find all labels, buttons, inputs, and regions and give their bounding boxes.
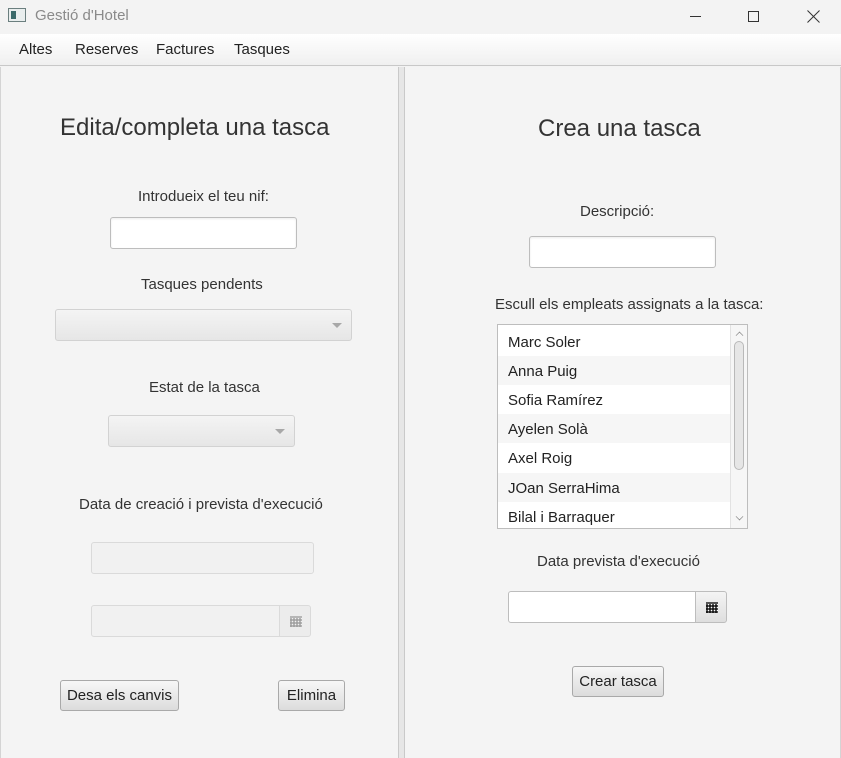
pending-tasks-combo[interactable] [55,309,352,341]
planned-date-label: Data prevista d'execució [537,553,700,570]
planned-date-picker[interactable] [508,591,727,623]
minimize-icon [689,15,701,17]
chevron-down-icon [332,323,342,328]
menu-tasques[interactable]: Tasques [234,41,290,58]
menu-factures[interactable]: Factures [156,41,214,58]
chevron-down-icon [275,429,285,434]
list-item[interactable]: Sofia Ramírez [498,385,732,414]
split-pane-divider[interactable] [398,67,405,758]
planned-date-field [91,605,280,637]
app-window-icon [8,8,26,22]
list-item[interactable]: Anna Puig [498,356,732,385]
pending-tasks-label: Tasques pendents [141,276,263,293]
create-task-heading: Crea una tasca [538,115,701,142]
nif-label: Introdueix el teu nif: [138,188,269,205]
planned-date-picker-disabled [91,605,314,637]
calendar-icon [706,602,718,613]
delete-button[interactable]: Elimina [278,680,345,711]
menu-reserves[interactable]: Reserves [75,41,138,58]
close-button[interactable] [785,0,841,32]
title-bar: Gestió d'Hotel [0,0,841,32]
scrollbar-thumb[interactable] [734,341,744,470]
menu-bar: Altes Reserves Factures Tasques [0,34,841,66]
maximize-icon [747,10,759,22]
menu-altes[interactable]: Altes [19,41,52,58]
dates-label: Data de creació i prevista d'execució [79,496,323,513]
nif-input[interactable] [110,217,297,249]
edit-task-pane [0,67,398,758]
calendar-button [279,605,311,637]
employees-list[interactable]: Marc Soler Anna Puig Sofia Ramírez Ayele… [497,324,748,529]
description-label: Descripció: [580,203,655,220]
minimize-button[interactable] [667,0,723,32]
list-item[interactable]: Ayelen Solà [498,414,732,443]
list-item[interactable]: Marc Soler [498,327,732,356]
create-task-button[interactable]: Crear tasca [572,666,664,697]
task-status-label: Estat de la tasca [149,379,260,396]
calendar-button[interactable] [695,591,727,623]
description-input[interactable] [529,236,716,268]
calendar-icon [290,616,302,627]
task-status-combo[interactable] [108,415,295,447]
scroll-up-icon[interactable] [735,331,744,340]
planned-date-input[interactable] [508,591,697,623]
maximize-button[interactable] [725,0,781,32]
edit-task-heading: Edita/completa una tasca [60,114,330,141]
list-item[interactable]: Axel Roig [498,443,732,472]
scroll-down-icon[interactable] [735,512,744,521]
save-changes-button[interactable]: Desa els canvis [60,680,179,711]
employees-label: Escull els empleats assignats a la tasca… [495,296,764,313]
list-item[interactable]: Bilal i Barraquer [498,502,732,528]
list-item[interactable]: JOan SerraHima [498,473,732,502]
close-icon [807,10,820,23]
list-scrollbar[interactable] [730,325,747,528]
creation-date-field [91,542,314,574]
window-title: Gestió d'Hotel [35,7,129,24]
